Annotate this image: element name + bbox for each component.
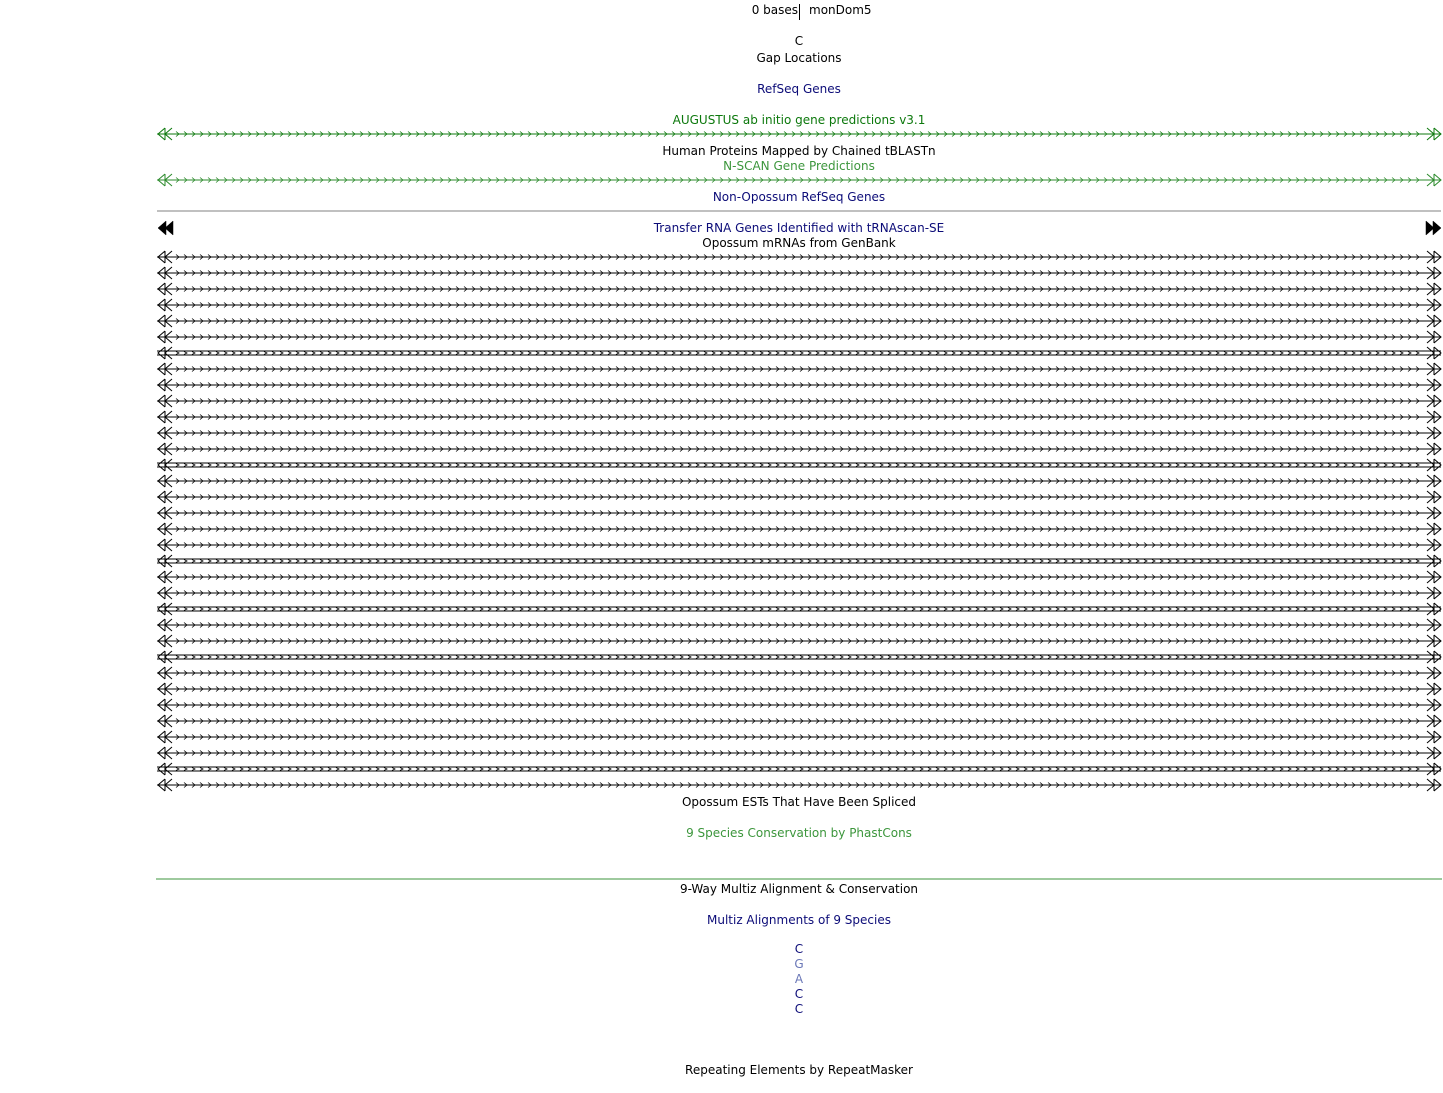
mrna-feature-23-end-arrow: [1426, 602, 1442, 616]
mrna-feature-14-chevrons: [175, 463, 1420, 467]
mrna-feature-33-end-arrow: [1426, 762, 1442, 776]
mrna-feature-20-end-arrow: [1426, 554, 1442, 568]
mrna-feature-26-start-arrow: [157, 650, 173, 664]
trna-feature-start-arrow: [157, 220, 174, 236]
mrna-feature-7-chevrons: [175, 351, 1420, 355]
mrna-feature-20-start-arrow: [157, 554, 173, 568]
mrna-feature-14-end-arrow: [1426, 458, 1442, 472]
mrna-feature-33-chevrons: [175, 767, 1420, 771]
mrna-feature-7-end-arrow: [1426, 346, 1442, 360]
mrna-feature-23-chevrons: [175, 607, 1420, 611]
mrna-feature-7-start-arrow: [157, 346, 173, 360]
trna-feature-end-arrow: [1425, 220, 1442, 236]
mrna-feature-14-start-arrow: [157, 458, 173, 472]
mrna-feature-33-start-arrow: [157, 762, 173, 776]
mrna-feature-20-chevrons: [175, 559, 1420, 563]
mrna-feature-26-end-arrow: [1426, 650, 1442, 664]
mrna-feature-26-chevrons: [175, 655, 1420, 659]
mrna-feature-23-start-arrow: [157, 602, 173, 616]
track-features: [156, 127, 1442, 880]
